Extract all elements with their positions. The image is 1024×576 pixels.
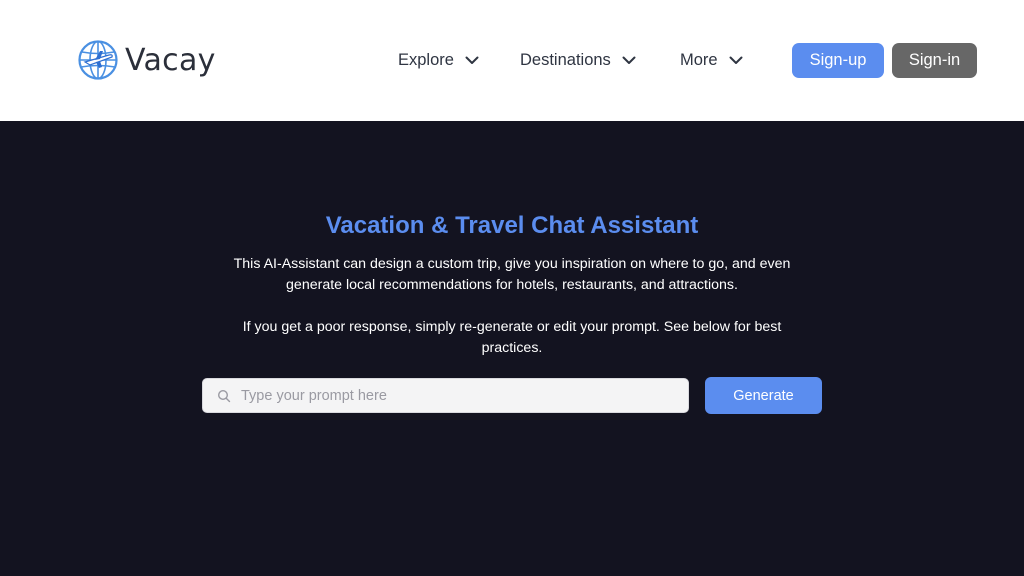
nav-label: Explore — [398, 50, 454, 69]
brand-name: Vacay — [125, 42, 216, 78]
signup-button[interactable]: Sign-up — [792, 43, 884, 78]
prompt-input[interactable] — [239, 386, 659, 405]
globe-airplane-icon — [78, 40, 118, 80]
site-header: Vacay Explore Destinations More Sign-up … — [0, 0, 1024, 121]
nav-explore[interactable]: Explore — [398, 48, 480, 72]
prompt-field[interactable] — [202, 378, 689, 413]
hero-section: Vacation & Travel Chat Assistant This AI… — [0, 121, 1024, 576]
hero-description: This AI-Assistant can design a custom tr… — [233, 256, 791, 293]
generate-button[interactable]: Generate — [705, 377, 822, 414]
page-title: Vacation & Travel Chat Assistant — [325, 212, 699, 239]
brand-logo[interactable]: Vacay — [78, 40, 216, 80]
chevron-down-icon — [465, 56, 479, 64]
signin-button[interactable]: Sign-in — [892, 43, 977, 78]
nav-destinations[interactable]: Destinations — [520, 48, 637, 72]
chevron-down-icon — [622, 56, 636, 64]
search-icon — [217, 389, 231, 402]
chevron-down-icon — [729, 56, 743, 64]
nav-more[interactable]: More — [680, 48, 744, 72]
hero-tip: If you get a poor response, simply re-ge… — [242, 319, 782, 356]
nav-label: Destinations — [520, 50, 611, 69]
nav-label: More — [680, 50, 718, 69]
